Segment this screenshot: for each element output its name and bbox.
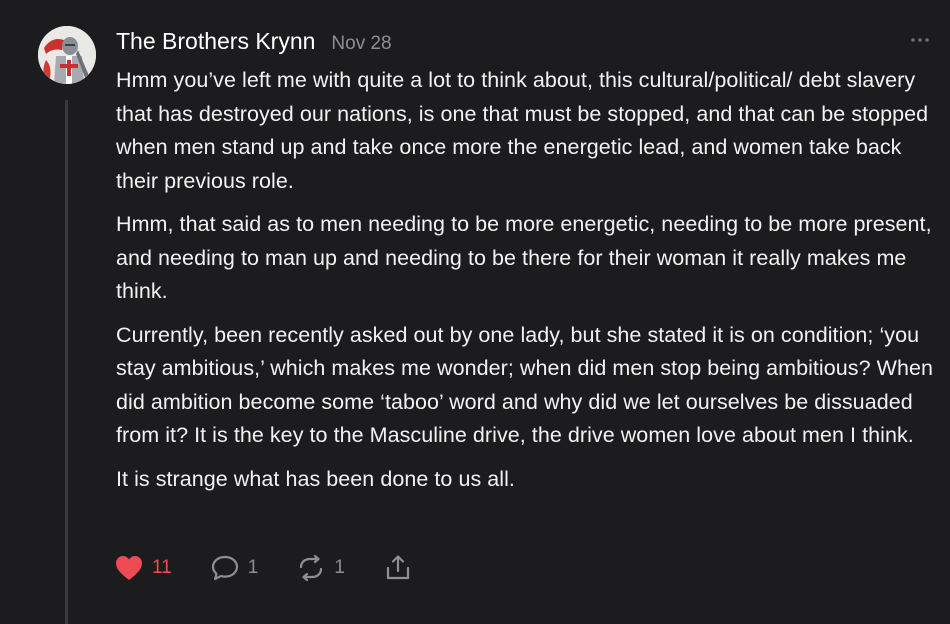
- comment-paragraph: Currently, been recently asked out by on…: [116, 322, 933, 448]
- speech-bubble-icon: [211, 555, 238, 581]
- comment-paragraph: It is strange what has been done to us a…: [116, 466, 515, 491]
- like-count: 11: [152, 557, 172, 578]
- share-icon: [386, 555, 409, 580]
- comment-actions: 11 1 1: [114, 552, 451, 584]
- comment-date[interactable]: Nov 28: [331, 33, 391, 55]
- share-button[interactable]: [383, 554, 413, 582]
- restack-count: 1: [334, 557, 345, 578]
- author-name[interactable]: The Brothers Krynn: [116, 28, 315, 55]
- thread-line: [65, 100, 68, 624]
- comment-paragraph: Hmm, that said as to men needing to be m…: [116, 212, 932, 303]
- comment-body: Hmm you’ve left me with quite a lot to t…: [116, 64, 936, 506]
- reply-count: 1: [247, 557, 259, 578]
- avatar[interactable]: [38, 26, 96, 84]
- more-options-icon[interactable]: [910, 32, 930, 48]
- comment-header: The Brothers Krynn Nov 28: [116, 28, 392, 58]
- restack-button[interactable]: 1: [296, 554, 345, 582]
- restack-icon: [300, 554, 323, 582]
- comment-paragraph: Hmm you’ve left me with quite a lot to t…: [116, 68, 929, 193]
- like-button[interactable]: 11: [114, 554, 172, 582]
- reply-button[interactable]: 1: [210, 554, 259, 582]
- knight-avatar-icon: [38, 26, 96, 84]
- comment: The Brothers Krynn Nov 28 Hmm you’ve lef…: [0, 0, 950, 624]
- heart-icon: [116, 556, 142, 580]
